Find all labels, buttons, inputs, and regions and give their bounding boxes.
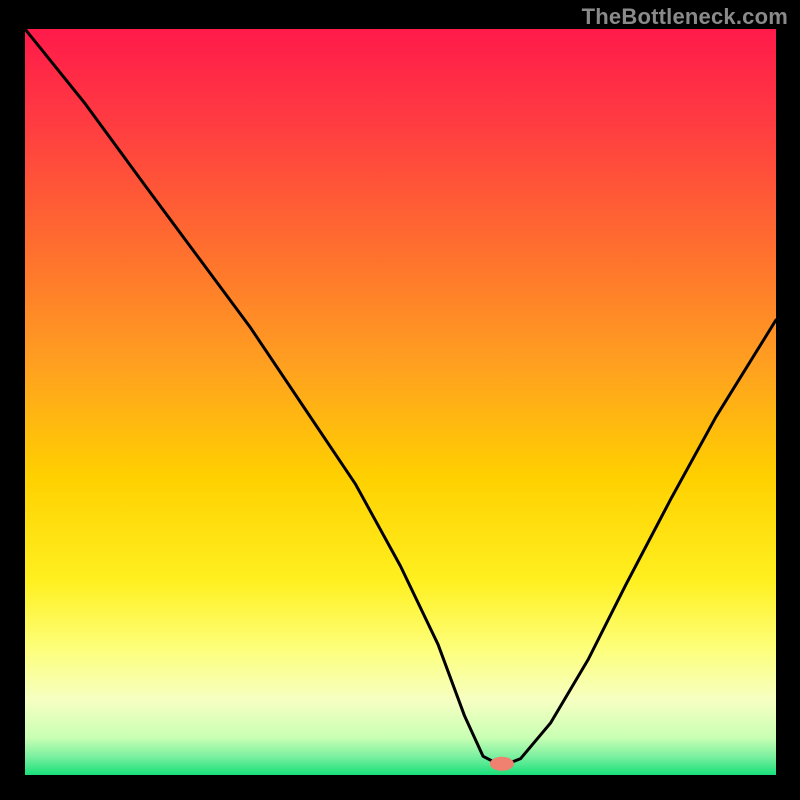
plot-area — [25, 29, 776, 775]
watermark-text: TheBottleneck.com — [582, 4, 788, 30]
gradient-background — [25, 29, 776, 775]
plot-svg — [25, 29, 776, 775]
chart-frame: TheBottleneck.com — [0, 0, 800, 800]
optimal-marker — [490, 757, 514, 771]
